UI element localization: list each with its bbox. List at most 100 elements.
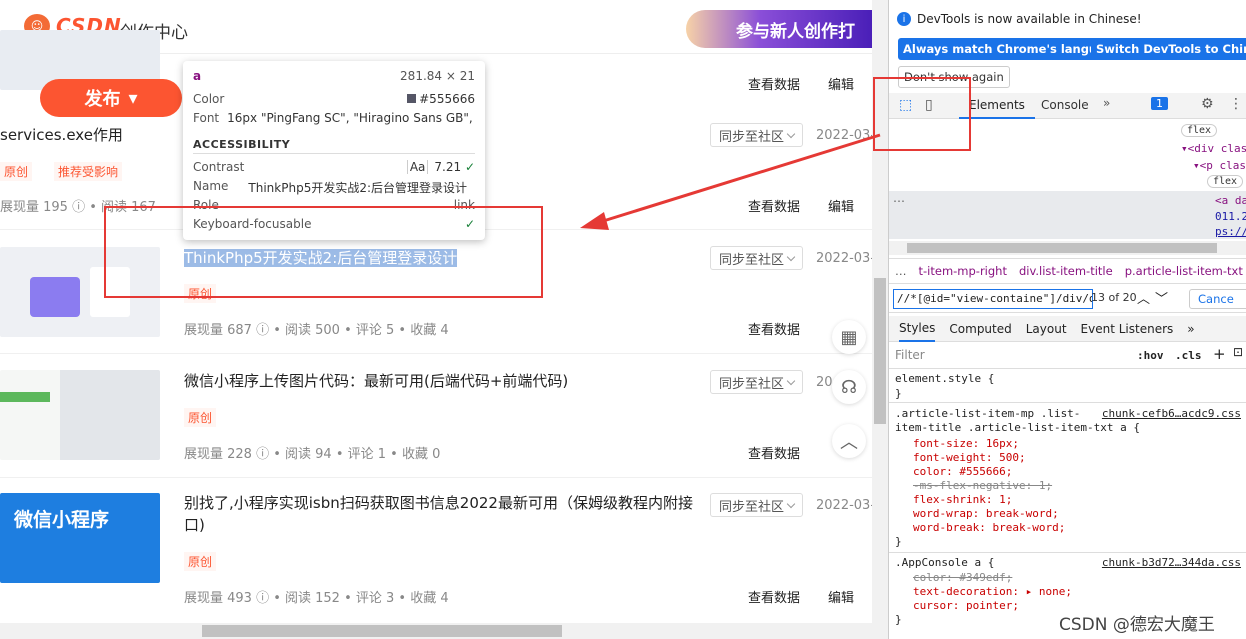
dom-scroll-thumb[interactable]	[907, 243, 1217, 253]
cancel-search-button[interactable]: Cance	[1189, 289, 1246, 309]
article-date: 2022-03-	[816, 128, 876, 143]
stylesheet-link[interactable]: chunk-cefb6…acdc9.css	[1102, 407, 1241, 420]
color-swatch	[407, 94, 417, 103]
css-declaration[interactable]: color: #555666;	[913, 465, 1012, 478]
article-thumbnail[interactable]: 微信小程序	[0, 493, 160, 583]
headset-icon[interactable]: ☊	[832, 370, 866, 404]
check-icon: ✓	[464, 160, 475, 174]
view-data-link[interactable]: 查看数据	[748, 319, 800, 338]
kebab-menu-icon[interactable]: ⋮	[1229, 96, 1243, 112]
illustration-shape	[30, 277, 80, 317]
dom-attr-link[interactable]: ps://	[1215, 225, 1246, 238]
selected-dom-row[interactable]: … <a da 011.2 ps://	[889, 191, 1246, 239]
dom-horizontal-scrollbar[interactable]	[889, 241, 1246, 255]
styles-pane: element.style { } .article-list-item-mp …	[889, 370, 1246, 639]
cls-toggle[interactable]: .cls	[1175, 349, 1202, 362]
page-horizontal-scroll-thumb[interactable]	[202, 625, 562, 637]
flex-badge[interactable]: flex	[1207, 175, 1244, 188]
tag-original: 原创	[184, 552, 217, 571]
tab-layout[interactable]: Layout	[1026, 322, 1067, 336]
css-declaration[interactable]: flex-shrink: 1;	[913, 493, 1012, 506]
more-tabs-icon[interactable]: »	[1187, 322, 1194, 336]
qr-code-icon[interactable]: ▦	[832, 320, 866, 354]
edit-link[interactable]: 编辑	[828, 196, 854, 215]
styles-tabbar: Styles Computed Layout Event Listeners »	[889, 316, 1246, 342]
sync-community-select[interactable]: 同步至社区	[710, 123, 803, 147]
color-hex: #555666	[419, 92, 475, 106]
rule-selector[interactable]: .article-list-item-mp .list-	[895, 407, 1080, 420]
list-item: 微信小程序上传图片代码：最新可用(后端代码+前端代码) 原创 展现量 228 ⓘ…	[0, 354, 872, 478]
name-label: Name	[193, 179, 229, 193]
promo-banner[interactable]: 参与新人创作打	[686, 10, 872, 48]
tooltip-font-value: 16px "PingFang SC", "Hiragino Sans GB", …	[227, 111, 475, 125]
sync-community-select[interactable]: 同步至社区	[710, 370, 803, 394]
dom-node[interactable]: <a da	[1215, 194, 1246, 207]
dom-node[interactable]: ▾<div clas	[1181, 142, 1246, 155]
tab-console[interactable]: Console	[1041, 98, 1089, 112]
article-title[interactable]: 微信小程序上传图片代码：最新可用(后端代码+前端代码)	[184, 370, 704, 392]
sync-community-select[interactable]: 同步至社区	[710, 246, 803, 270]
tab-event-listeners[interactable]: Event Listeners	[1081, 322, 1174, 336]
article-stats: 展现量 687 ⓘ • 阅读 500 • 评论 5 • 收藏 4	[184, 323, 449, 338]
view-data-link[interactable]: 查看数据	[748, 196, 800, 215]
next-match-icon[interactable]: ﹀	[1155, 288, 1168, 307]
tag-original: 原创	[0, 162, 33, 181]
more-tabs-icon[interactable]: »	[1103, 96, 1110, 110]
css-declaration[interactable]: word-break: break-word;	[913, 521, 1065, 534]
dom-attr: 011.2	[1215, 210, 1246, 223]
article-stats: 展现量 228 ⓘ • 阅读 94 • 评论 1 • 收藏 0	[184, 447, 441, 462]
rule-selector[interactable]: .AppConsole a {	[895, 556, 994, 569]
flex-badge[interactable]: flex	[1181, 124, 1218, 137]
issues-badge[interactable]: 1	[1151, 97, 1168, 110]
tab-computed[interactable]: Computed	[949, 322, 1011, 336]
csdn-creator-page: ☺ CSDN 创作中心 参与新人创作打 发布 ▾ 查看数据 编辑 service…	[0, 0, 888, 639]
page-vertical-scroll-thumb[interactable]	[874, 278, 886, 424]
breadcrumb-ellipsis[interactable]: …	[895, 264, 907, 278]
edit-link[interactable]: 编辑	[828, 74, 854, 93]
tag-original: 原创	[184, 408, 217, 427]
view-data-link[interactable]: 查看数据	[748, 74, 800, 93]
notice-text: DevTools is now available in Chinese!	[917, 12, 1142, 26]
tooltip-color-label: Color	[193, 92, 225, 106]
css-declaration[interactable]: cursor: pointer;	[913, 599, 1019, 612]
publish-button[interactable]: 发布 ▾	[40, 79, 182, 117]
article-date: 2022-03-	[816, 251, 876, 266]
article-stats: 展现量 493 ⓘ • 阅读 152 • 评论 3 • 收藏 4	[184, 591, 449, 606]
article-thumbnail[interactable]	[0, 370, 160, 460]
rule-selector[interactable]: item-title .article-list-item-txt a {	[895, 421, 1140, 434]
css-declaration[interactable]: word-wrap: break-word;	[913, 507, 1059, 520]
tooltip-size: 281.84 × 21	[400, 69, 475, 83]
breadcrumb-item[interactable]: div.list-item-title	[1019, 264, 1113, 278]
highlight-box	[104, 206, 543, 298]
breadcrumb: … t-item-mp-right div.list-item-title p.…	[889, 258, 1246, 284]
dom-node[interactable]: ▾<p clas	[1193, 159, 1246, 172]
switch-to-chinese-button[interactable]: Switch DevTools to Chinese	[1091, 38, 1246, 60]
add-rule-icon[interactable]: +	[1213, 345, 1226, 363]
settings-gear-icon[interactable]: ⚙	[1201, 96, 1214, 112]
tab-styles[interactable]: Styles	[899, 316, 936, 342]
breadcrumb-item[interactable]: t-item-mp-right	[919, 264, 1007, 278]
sync-community-select[interactable]: 同步至社区	[710, 493, 803, 517]
edit-link[interactable]: 编辑	[828, 587, 854, 606]
toggle-sidebar-icon[interactable]: ⊡	[1233, 345, 1243, 359]
article-date: 2022-03-	[816, 498, 876, 513]
previous-match-icon[interactable]: ︿	[1137, 288, 1150, 307]
styles-filter-input[interactable]: Filter	[895, 348, 1125, 362]
styles-filter-bar: Filter :hov .cls + ⊡	[889, 343, 1246, 369]
css-declaration-overridden[interactable]: color: #349edf;	[913, 571, 1012, 584]
article-title[interactable]: 别找了,小程序实现isbn扫码获取图书信息2022最新可用（保姆级教程内附接口)	[184, 492, 704, 536]
hov-toggle[interactable]: :hov	[1137, 349, 1164, 362]
element-style-selector[interactable]: element.style {	[895, 372, 994, 385]
view-data-link[interactable]: 查看数据	[748, 587, 800, 606]
css-declaration[interactable]: font-size: 16px;	[913, 437, 1019, 450]
css-declaration[interactable]: font-weight: 500;	[913, 451, 1026, 464]
back-to-top-icon[interactable]: ︿	[832, 424, 866, 458]
xpath-search-input[interactable]: //*[@id="view-containe"]/div/di	[893, 289, 1093, 309]
rule-close-brace: }	[895, 613, 902, 626]
view-data-link[interactable]: 查看数据	[748, 443, 800, 462]
css-declaration-overridden[interactable]: -ms-flex-negative: 1;	[913, 479, 1052, 492]
name-value: ThinkPhp5开发实战2:后台管理登录设计	[248, 181, 468, 195]
stylesheet-link[interactable]: chunk-b3d72…344da.css	[1102, 556, 1241, 569]
breadcrumb-item[interactable]: p.article-list-item-txt	[1125, 264, 1243, 278]
css-declaration[interactable]: text-decoration: ▸ none;	[913, 585, 1072, 598]
